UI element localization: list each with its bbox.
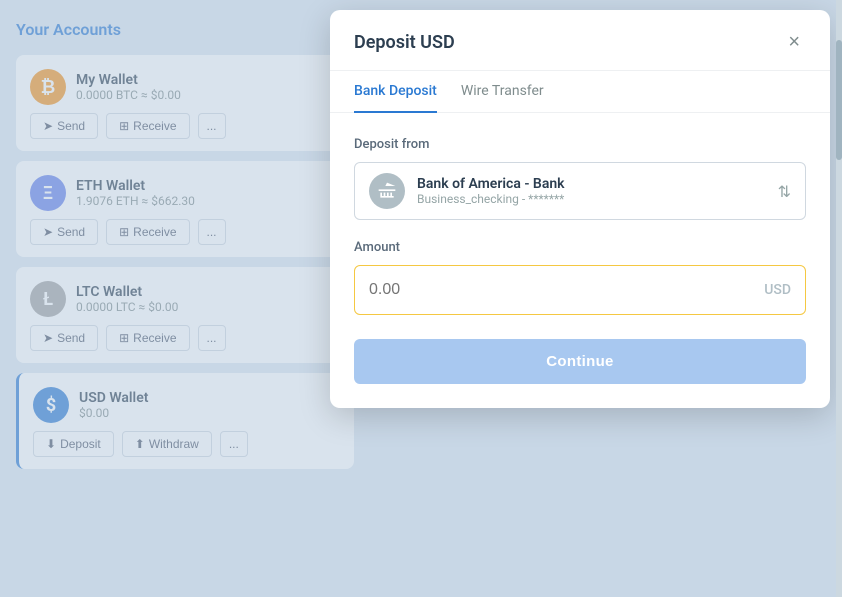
close-button[interactable]: ×	[782, 30, 806, 54]
bank-building-icon	[377, 181, 397, 201]
modal-body: Deposit from Bank of America - Bank Busi…	[330, 113, 830, 408]
bank-icon	[369, 173, 405, 209]
modal-header: Deposit USD ×	[330, 10, 830, 71]
tab-wire-transfer[interactable]: Wire Transfer	[461, 71, 544, 113]
deposit-modal: Deposit USD × Bank Deposit Wire Transfer…	[330, 10, 830, 408]
scroll-thumb[interactable]	[836, 40, 842, 160]
tab-bank-deposit[interactable]: Bank Deposit	[354, 71, 437, 113]
chevron-updown-icon: ⇅	[778, 182, 791, 201]
bank-name: Bank of America - Bank	[417, 176, 778, 192]
bank-selector[interactable]: Bank of America - Bank Business_checking…	[354, 162, 806, 220]
amount-input-wrap: USD	[354, 265, 806, 315]
currency-label: USD	[764, 282, 791, 298]
amount-label: Amount	[354, 240, 806, 255]
scrollbar[interactable]	[836, 0, 842, 597]
modal-title: Deposit USD	[354, 32, 455, 53]
modal-tabs: Bank Deposit Wire Transfer	[330, 71, 830, 113]
deposit-from-label: Deposit from	[354, 137, 806, 152]
continue-button[interactable]: Continue	[354, 339, 806, 384]
amount-input[interactable]	[369, 281, 764, 299]
bank-sub: Business_checking - *******	[417, 192, 778, 206]
